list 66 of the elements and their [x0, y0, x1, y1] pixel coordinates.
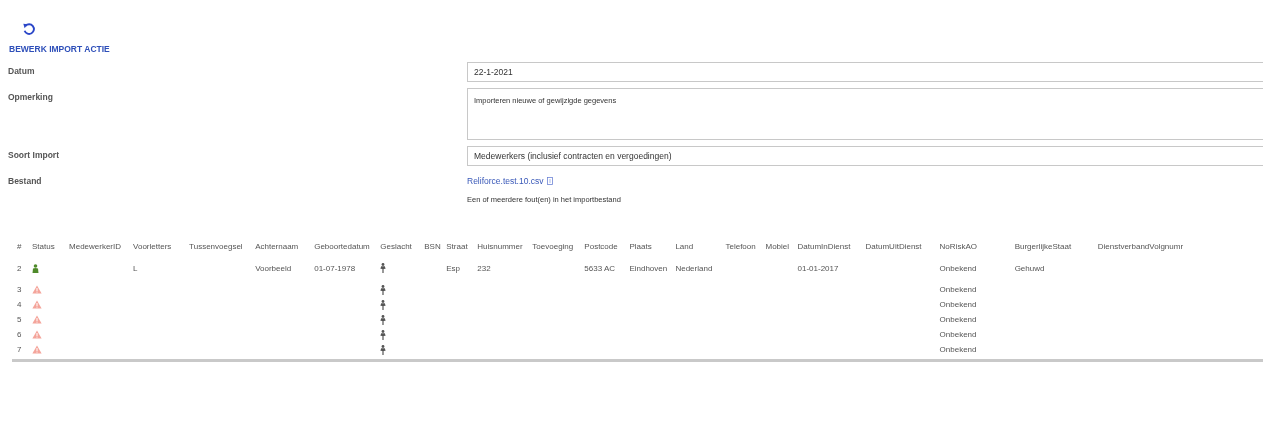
figure-icon [380, 314, 387, 325]
input-field[interactable]: Medewerkers (inclusief contracten en vergoedingen) [467, 146, 1263, 166]
column-header: MedewerkerID [69, 241, 122, 251]
column-header: Toevoeging [532, 241, 574, 251]
column-header: Postcode [584, 241, 618, 251]
table-cell: 7 [17, 345, 22, 354]
table-cell: 4 [17, 300, 22, 309]
column-header: # [17, 241, 22, 251]
column-header: Geslacht [380, 241, 412, 251]
table-cell: 232 [477, 263, 491, 273]
column-header: DatumUitDienst [865, 241, 922, 251]
table-cell: 6 [17, 330, 22, 339]
column-header: Geboortedatum [314, 241, 370, 251]
table-cell: Onbekend [939, 345, 977, 354]
section-title: BEWERK IMPORT ACTIE [9, 44, 111, 54]
table-cell: 01-01-2017 [797, 263, 839, 273]
column-header: Land [675, 241, 694, 251]
column-header: DatumInDienst [797, 241, 851, 251]
undo-icon[interactable] [22, 22, 36, 36]
field-label: Soort Import [7, 149, 60, 162]
table-cell: 5 [17, 315, 22, 324]
table-cell: 3 [17, 285, 22, 294]
column-header: Voorletters [133, 241, 172, 251]
figure-icon [380, 263, 387, 273]
table-cell: Onbekend [939, 263, 977, 273]
field-label: Opmerking [7, 91, 54, 104]
figure-icon [380, 344, 387, 355]
file-link[interactable]: Reliforce.test.10.csv [467, 176, 544, 186]
table-cell: Onbekend [939, 330, 977, 339]
table-cell: Gehuwd [1014, 263, 1045, 273]
input-field[interactable]: 22-1-2021 [467, 62, 1263, 82]
field-label: Datum [7, 65, 36, 78]
column-header: NoRiskAO [939, 241, 977, 251]
figure-icon [380, 299, 387, 310]
table-cell: Onbekend [939, 300, 977, 309]
figure-icon [380, 284, 387, 295]
table-cell: 01-07-1978 [314, 263, 356, 273]
column-header: BurgerlijkeStaat [1014, 241, 1072, 251]
table-cell: Onbekend [939, 285, 977, 294]
person-icon [32, 263, 39, 273]
column-header: Status [32, 241, 55, 251]
warning-icon [32, 315, 42, 325]
figure-icon [380, 329, 387, 340]
field-label: Bestand [7, 176, 43, 188]
table-cell: Eindhoven [629, 263, 668, 273]
warning-icon [32, 330, 42, 340]
table-cell: Onbekend [939, 315, 977, 324]
column-header: Huisnummer [477, 241, 523, 251]
table-cell: Voorbeeld [255, 263, 292, 273]
column-header: Plaats [629, 241, 652, 251]
column-header: DienstverbandVolgnumr [1097, 241, 1184, 251]
table-cell: L [133, 263, 138, 273]
table-cell: 5633 AC [584, 263, 616, 273]
column-header: Tussenvoegsel [189, 241, 243, 251]
warning-icon [32, 300, 42, 310]
warning-icon [32, 345, 42, 355]
table-cell: Nederland [675, 263, 713, 273]
column-header: BSN [424, 241, 441, 251]
column-header: Straat [446, 241, 468, 251]
table-cell: Esp [446, 263, 461, 273]
column-header: Achternaam [255, 241, 299, 251]
column-header: Telefoon [725, 241, 756, 251]
file-icon [546, 177, 553, 185]
warning-icon [32, 285, 42, 295]
table-cell: 2 [17, 263, 22, 273]
column-header: Mobiel [765, 241, 790, 251]
